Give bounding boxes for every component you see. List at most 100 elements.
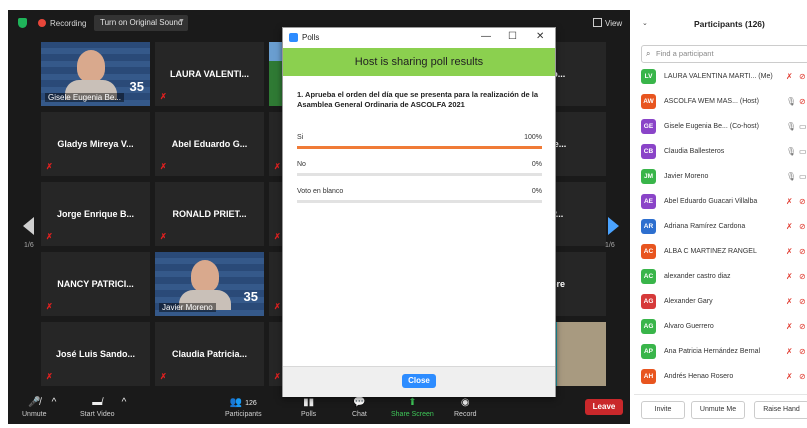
participant-search-input[interactable]: ⌕ Find a participant bbox=[641, 45, 807, 63]
maximize-icon[interactable]: ☐ bbox=[508, 31, 517, 42]
avatar: GE bbox=[641, 119, 656, 134]
participant-name: ALBA C MARTINEZ RANGEL bbox=[664, 248, 757, 255]
page-indicator-right: 1/6 bbox=[605, 242, 615, 249]
option-bar-track bbox=[297, 200, 542, 203]
video-off-icon[interactable]: ⊘ bbox=[799, 322, 806, 331]
video-off-icon[interactable]: ⊘ bbox=[799, 247, 806, 256]
video-options-chevron-icon[interactable]: ^ bbox=[120, 397, 128, 411]
chat-button[interactable]: 💬 Chat bbox=[352, 397, 367, 418]
participant-row[interactable]: AC alexander castro diaz ✗ ⊘ bbox=[634, 265, 807, 290]
tile-name: LAURA VALENTI... bbox=[170, 69, 249, 79]
avatar: AW bbox=[641, 94, 656, 109]
muted-mic-icon: ✗ bbox=[46, 162, 53, 171]
tile-name: Jorge Enrique B... bbox=[56, 209, 134, 219]
video-off-icon[interactable]: ⊘ bbox=[799, 97, 806, 106]
muted-mic-icon[interactable]: ✗ bbox=[786, 372, 793, 381]
next-page-arrow-icon[interactable] bbox=[608, 217, 619, 235]
participant-row[interactable]: CB Claudia Ballesteros 🎙 ▭ bbox=[634, 140, 807, 165]
video-tile[interactable]: NANCY PATRICI... ✗ bbox=[41, 252, 150, 316]
participant-row[interactable]: AW ASCOLFA WEM MAS... (Host) 🎙 ⊘ bbox=[634, 90, 807, 115]
video-off-icon[interactable]: ⊘ bbox=[799, 72, 806, 81]
participant-name: Abel Eduardo Guacari Villalba bbox=[664, 198, 758, 205]
minimize-icon[interactable]: — bbox=[481, 31, 491, 42]
invite-button[interactable]: Invite bbox=[641, 401, 685, 419]
polls-icon: ▮▮ bbox=[303, 397, 315, 408]
avatar: LV bbox=[641, 69, 656, 84]
unmute-button[interactable]: 🎤̸ Unmute bbox=[22, 397, 47, 418]
participant-row[interactable]: AR Adriana Ramírez Cardona ✗ ⊘ bbox=[634, 215, 807, 240]
participant-row[interactable]: AG Alvaro Guerrero ✗ ⊘ bbox=[634, 315, 807, 340]
record-button[interactable]: ◉ Record bbox=[454, 397, 477, 418]
participant-row[interactable]: AG Alexander Gary ✗ ⊘ bbox=[634, 290, 807, 315]
video-off-icon[interactable]: ⊘ bbox=[799, 197, 806, 206]
video-tile[interactable]: 35 Javier Moreno bbox=[155, 252, 264, 316]
video-icon[interactable]: ▭ bbox=[799, 147, 807, 156]
video-tile[interactable]: Abel Eduardo G... ✗ bbox=[155, 112, 264, 176]
polls-button[interactable]: ▮▮ Polls bbox=[301, 397, 316, 418]
video-tile[interactable]: RONALD PRIET... ✗ bbox=[155, 182, 264, 246]
participant-row[interactable]: AE Abel Eduardo Guacari Villalba ✗ ⊘ bbox=[634, 190, 807, 215]
shield-icon[interactable] bbox=[18, 18, 27, 28]
video-off-icon[interactable]: ⊘ bbox=[799, 297, 806, 306]
participants-button[interactable]: 👥 126 Participants bbox=[225, 397, 262, 418]
poll-results: 1. Aprueba el orden del día que se prese… bbox=[283, 76, 555, 366]
muted-mic-icon[interactable]: ✗ bbox=[786, 72, 793, 81]
poll-status-banner: Host is sharing poll results bbox=[283, 48, 555, 76]
muted-mic-icon[interactable]: ✗ bbox=[786, 347, 793, 356]
participants-header: ⌄ Participants (126) bbox=[634, 10, 807, 38]
start-video-button[interactable]: ▬̸ Start Video bbox=[80, 397, 115, 418]
share-screen-button[interactable]: ⬆ Share Screen bbox=[391, 397, 434, 418]
view-label: View bbox=[605, 19, 623, 28]
video-tile[interactable]: 35 Gisele Eugenia Be... bbox=[41, 42, 150, 106]
video-tile[interactable]: LAURA VALENTI... ✗ bbox=[155, 42, 264, 106]
polls-footer: Close bbox=[283, 366, 555, 397]
tile-badge: 35 bbox=[129, 79, 144, 94]
video-icon[interactable]: ▭ bbox=[799, 172, 807, 181]
mic-icon[interactable]: 🎙 bbox=[786, 97, 796, 106]
video-tile[interactable]: Claudia Patricia... ✗ bbox=[155, 322, 264, 386]
avatar: AH bbox=[641, 369, 656, 384]
original-sound-button[interactable]: Turn on Original Sound bbox=[94, 15, 189, 31]
video-tile[interactable]: Gladys Mireya V... ✗ bbox=[41, 112, 150, 176]
collapse-chevron-icon[interactable]: ⌄ bbox=[642, 19, 648, 27]
participant-row[interactable]: LV LAURA VALENTINA MARTI... (Me) ✗ ⊘ bbox=[634, 65, 807, 90]
share-screen-label: Share Screen bbox=[391, 411, 434, 418]
video-tile[interactable]: Jorge Enrique B... ✗ bbox=[41, 182, 150, 246]
video-tile[interactable]: José Luis Sando... ✗ bbox=[41, 322, 150, 386]
muted-mic-icon[interactable]: ✗ bbox=[786, 247, 793, 256]
muted-mic-icon[interactable]: ✗ bbox=[786, 322, 793, 331]
video-off-icon[interactable]: ⊘ bbox=[799, 347, 806, 356]
video-off-icon[interactable]: ⊘ bbox=[799, 372, 806, 381]
video-icon[interactable]: ▭ bbox=[799, 122, 807, 131]
participant-name: Adriana Ramírez Cardona bbox=[664, 223, 746, 230]
close-button[interactable]: Close bbox=[402, 374, 436, 388]
muted-mic-icon[interactable]: ✗ bbox=[786, 197, 793, 206]
raise-hand-button[interactable]: Raise Hand bbox=[754, 401, 807, 419]
unmute-me-button[interactable]: Unmute Me bbox=[691, 401, 745, 419]
option-bar-track bbox=[297, 146, 542, 149]
audio-options-chevron-icon[interactable]: ^ bbox=[50, 397, 58, 411]
tile-name: RONALD PRIET... bbox=[172, 209, 247, 219]
unmute-label: Unmute bbox=[22, 411, 47, 418]
previous-page-arrow-icon[interactable] bbox=[23, 217, 34, 235]
mic-icon[interactable]: 🎙 bbox=[786, 147, 796, 156]
mic-icon[interactable]: 🎙 bbox=[786, 172, 796, 181]
participants-label: Participants bbox=[225, 411, 262, 418]
option-bar-track bbox=[297, 173, 542, 176]
participant-row[interactable]: AP Ana Patricia Hernández Bernal ✗ ⊘ bbox=[634, 340, 807, 365]
participant-row[interactable]: GE Gisele Eugenia Be... (Co-host) 🎙 ▭ bbox=[634, 115, 807, 140]
mic-icon[interactable]: 🎙 bbox=[786, 122, 796, 131]
close-icon[interactable]: ✕ bbox=[536, 31, 544, 42]
participant-row[interactable]: JM Javier Moreno 🎙 ▭ bbox=[634, 165, 807, 190]
tile-name: Gladys Mireya V... bbox=[57, 139, 134, 149]
muted-mic-icon[interactable]: ✗ bbox=[786, 272, 793, 281]
video-off-icon[interactable]: ⊘ bbox=[799, 272, 806, 281]
muted-mic-icon[interactable]: ✗ bbox=[786, 297, 793, 306]
muted-mic-icon[interactable]: ✗ bbox=[786, 222, 793, 231]
participant-row[interactable]: AH Andrés Henao Rosero ✗ ⊘ bbox=[634, 365, 807, 390]
leave-button[interactable]: Leave bbox=[585, 399, 623, 415]
view-button[interactable]: View bbox=[593, 18, 622, 28]
participant-row[interactable]: AC ALBA C MARTINEZ RANGEL ✗ ⊘ bbox=[634, 240, 807, 265]
video-off-icon[interactable]: ⊘ bbox=[799, 222, 806, 231]
chevron-down-icon[interactable]: ▼ bbox=[178, 18, 185, 25]
